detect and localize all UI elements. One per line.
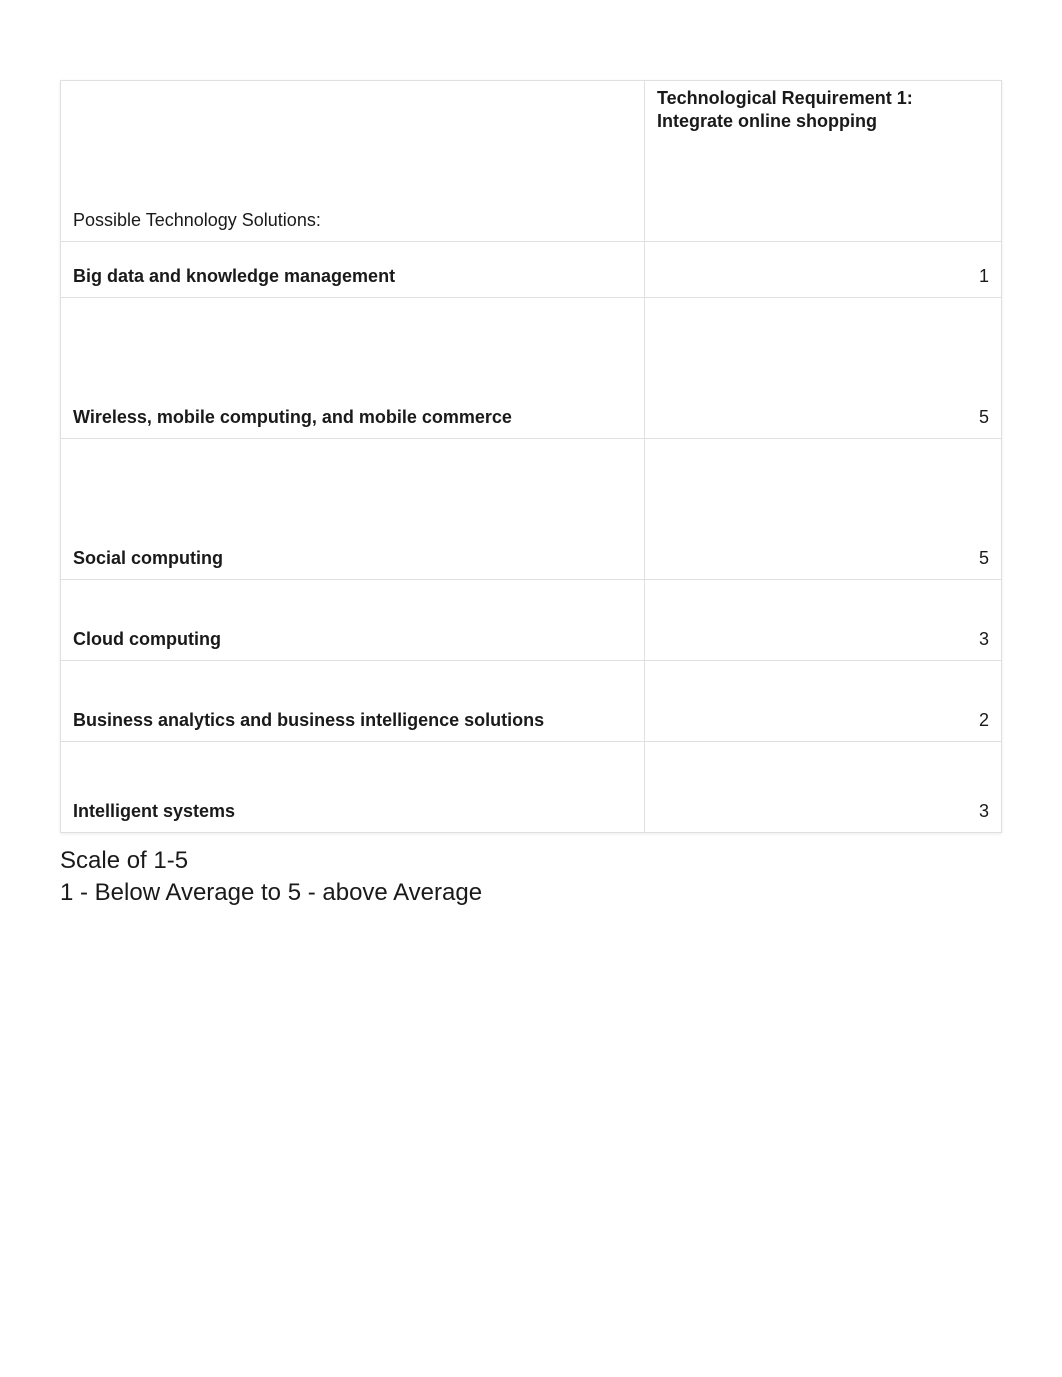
row-value-cell: 3 [645, 580, 1001, 660]
row-value-cell: 1 [645, 242, 1001, 297]
scale-line1: Scale of 1-5 [60, 847, 188, 874]
row-label-cell: Wireless, mobile computing, and mobile c… [61, 298, 645, 438]
header-right-cell: Technological Requirement 1: Integrate o… [645, 81, 1001, 241]
row-value-cell: 5 [645, 439, 1001, 579]
row-value-cell: 3 [645, 742, 1001, 832]
table-header-row: Possible Technology Solutions: Technolog… [61, 81, 1001, 242]
requirement-title: Technological Requirement 1: Integrate o… [657, 87, 913, 134]
table-row: Cloud computing 3 [61, 580, 1001, 661]
table-row: Wireless, mobile computing, and mobile c… [61, 298, 1001, 439]
possible-solutions-label: Possible Technology Solutions: [73, 210, 321, 231]
row-value-cell: 2 [645, 661, 1001, 741]
table-row: Social computing 5 [61, 439, 1001, 580]
scale-line2: 1 - Below Average to 5 - above Average [60, 879, 482, 906]
row-label-cell: Business analytics and business intellig… [61, 661, 645, 741]
row-label-cell: Intelligent systems [61, 742, 645, 832]
row-value-cell: 5 [645, 298, 1001, 438]
requirement-title-line1: Technological Requirement 1: [657, 88, 913, 108]
row-value: 3 [979, 801, 989, 822]
requirements-table: Possible Technology Solutions: Technolog… [60, 80, 1002, 833]
row-label-cell: Big data and knowledge management [61, 242, 645, 297]
row-value: 2 [979, 710, 989, 731]
row-label: Wireless, mobile computing, and mobile c… [73, 407, 512, 428]
header-left-cell: Possible Technology Solutions: [61, 81, 645, 241]
row-label: Social computing [73, 548, 223, 569]
row-label: Cloud computing [73, 629, 221, 650]
requirement-title-line2: Integrate online shopping [657, 111, 877, 131]
row-label: Business analytics and business intellig… [73, 710, 544, 731]
row-label-cell: Social computing [61, 439, 645, 579]
table-row: Intelligent systems 3 [61, 742, 1001, 832]
row-value: 1 [979, 266, 989, 287]
table-row: Business analytics and business intellig… [61, 661, 1001, 742]
row-value: 3 [979, 629, 989, 650]
table-row: Big data and knowledge management 1 [61, 242, 1001, 298]
scale-footer: Scale of 1-5 1 - Below Average to 5 - ab… [60, 845, 1002, 910]
row-label: Big data and knowledge management [73, 266, 395, 287]
row-value: 5 [979, 407, 989, 428]
row-label-cell: Cloud computing [61, 580, 645, 660]
row-value: 5 [979, 548, 989, 569]
row-label: Intelligent systems [73, 801, 235, 822]
